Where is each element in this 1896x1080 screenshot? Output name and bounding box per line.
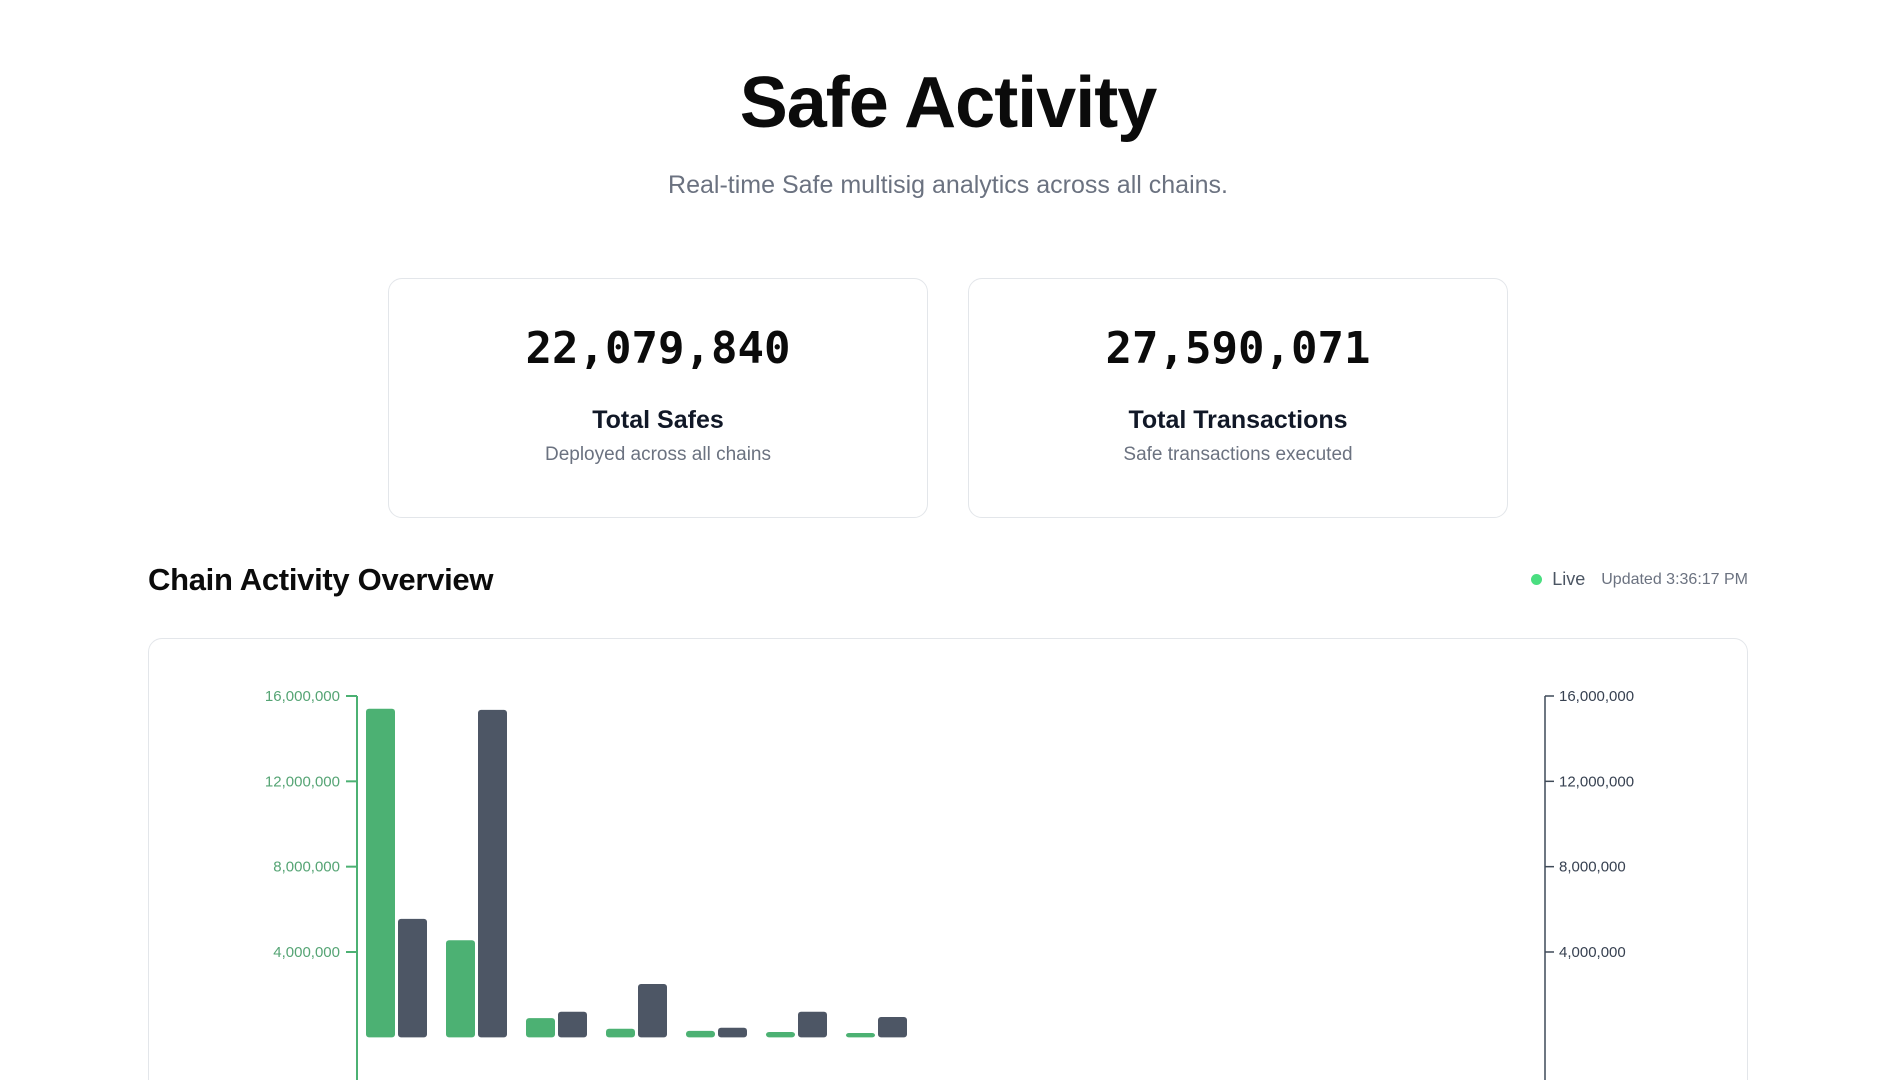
total-transactions-label: Total Transactions [969, 406, 1507, 435]
left-axis-tick-label: 12,000,000 [265, 773, 340, 790]
updated-timestamp: Updated 3:36:17 PM [1601, 571, 1748, 589]
page-title: Safe Activity [148, 62, 1748, 145]
total-safes-value: 22,079,840 [389, 323, 927, 374]
bar-transactions-3[interactable] [638, 984, 667, 1037]
bar-transactions-2[interactable] [558, 1012, 587, 1038]
hero-header: Safe Activity Real-time Safe multisig an… [148, 0, 1748, 200]
page-subtitle: Real-time Safe multisig analytics across… [148, 171, 1748, 200]
chain-activity-bar-chart[interactable]: 16,000,000 16,000,000 12,000,000 12,000,000… [149, 639, 1747, 1080]
bar-transactions-4[interactable] [718, 1028, 747, 1038]
bar-safes-2[interactable] [526, 1018, 555, 1037]
page-container: Safe Activity Real-time Safe multisig an… [148, 0, 1748, 1080]
bar-transactions-0[interactable] [398, 919, 427, 1037]
stat-card-total-safes: 22,079,840 Total Safes Deployed across a… [388, 278, 928, 518]
stats-row: 22,079,840 Total Safes Deployed across a… [148, 278, 1748, 518]
stat-card-total-transactions: 27,590,071 Total Transactions Safe trans… [968, 278, 1508, 518]
chart-section-title: Chain Activity Overview [148, 562, 493, 598]
chain-activity-chart-card: 16,000,000 16,000,000 12,000,000 12,000,000… [148, 638, 1748, 1080]
live-status-group: Live Updated 3:36:17 PM [1531, 569, 1748, 590]
left-axis-tick-label: 8,000,000 [273, 858, 340, 875]
total-transactions-description: Safe transactions executed [969, 444, 1507, 466]
total-safes-description: Deployed across all chains [389, 444, 927, 466]
bar-transactions-6[interactable] [878, 1017, 907, 1037]
bar-safes-3[interactable] [606, 1029, 635, 1038]
bar-safes-5[interactable] [766, 1032, 795, 1037]
right-axis-tick-label: 4,000,000 [1559, 944, 1626, 961]
bar-safes-0[interactable] [366, 709, 395, 1038]
chart-section-header: Chain Activity Overview Live Updated 3:3… [148, 562, 1748, 598]
bar-safes-1[interactable] [446, 940, 475, 1037]
bar-safes-4[interactable] [686, 1031, 715, 1037]
right-axis-tick-label: 12,000,000 [1559, 773, 1634, 790]
total-safes-label: Total Safes [389, 406, 927, 435]
total-transactions-value: 27,590,071 [969, 323, 1507, 374]
left-axis-tick-label: 4,000,000 [273, 944, 340, 961]
live-dot-icon [1531, 574, 1542, 585]
bar-transactions-1[interactable] [478, 710, 507, 1037]
left-axis-tick-label: 16,000,000 [265, 688, 340, 705]
bar-safes-6[interactable] [846, 1033, 875, 1037]
bar-transactions-5[interactable] [798, 1012, 827, 1038]
live-label: Live [1552, 569, 1585, 590]
right-axis-tick-label: 16,000,000 [1559, 688, 1634, 705]
right-axis-tick-label: 8,000,000 [1559, 858, 1626, 875]
